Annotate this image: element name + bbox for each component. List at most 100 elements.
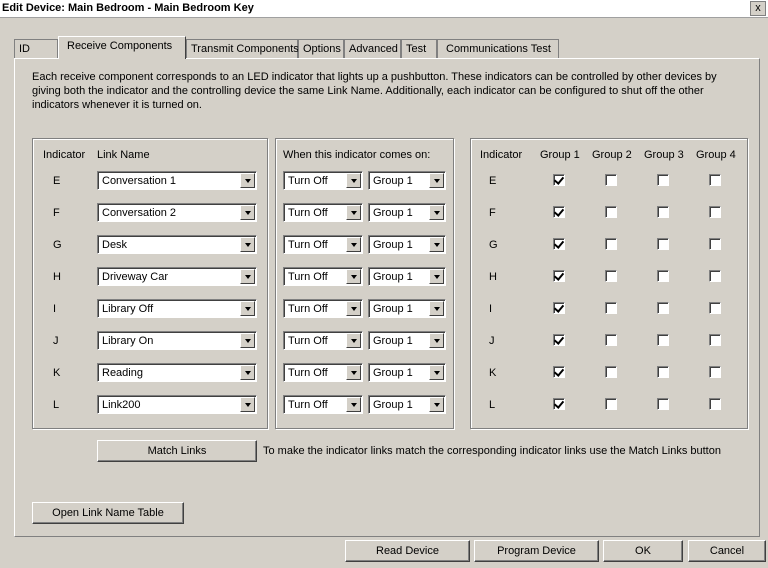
group4-checkbox[interactable] bbox=[709, 270, 721, 282]
chevron-down-icon[interactable] bbox=[346, 237, 361, 252]
link-name-value: Conversation 2 bbox=[102, 207, 176, 219]
tab-receive-components[interactable]: Receive Components bbox=[58, 36, 186, 59]
chevron-down-icon[interactable] bbox=[346, 173, 361, 188]
chevron-down-icon[interactable] bbox=[240, 301, 255, 316]
indicator-letter: E bbox=[53, 175, 61, 187]
group-combo[interactable]: Group 1 bbox=[368, 171, 446, 190]
group-combo[interactable]: Group 1 bbox=[368, 363, 446, 382]
link-name-combo[interactable]: Link200 bbox=[97, 395, 257, 414]
chevron-down-icon[interactable] bbox=[346, 205, 361, 220]
group2-checkbox[interactable] bbox=[605, 366, 617, 378]
chevron-down-icon[interactable] bbox=[240, 173, 255, 188]
group3-checkbox[interactable] bbox=[657, 174, 669, 186]
ok-button[interactable]: OK bbox=[603, 540, 683, 562]
tab-communications-test[interactable]: Communications Test bbox=[437, 39, 559, 58]
open-link-name-table-button[interactable]: Open Link Name Table bbox=[32, 502, 184, 524]
link-name-combo[interactable]: Driveway Car bbox=[97, 267, 257, 286]
action-combo[interactable]: Turn Off bbox=[283, 363, 363, 382]
group3-checkbox[interactable] bbox=[657, 398, 669, 410]
tab-test[interactable]: Test bbox=[401, 39, 437, 58]
group-value: Group 1 bbox=[373, 399, 413, 411]
chevron-down-icon[interactable] bbox=[429, 333, 444, 348]
link-name-combo[interactable]: Conversation 2 bbox=[97, 203, 257, 222]
group-combo[interactable]: Group 1 bbox=[368, 267, 446, 286]
chevron-down-icon[interactable] bbox=[346, 397, 361, 412]
chevron-down-icon[interactable] bbox=[240, 365, 255, 380]
chevron-down-icon[interactable] bbox=[429, 173, 444, 188]
group1-checkbox[interactable] bbox=[553, 270, 565, 282]
group2-checkbox[interactable] bbox=[605, 398, 617, 410]
group3-checkbox[interactable] bbox=[657, 238, 669, 250]
group1-checkbox[interactable] bbox=[553, 206, 565, 218]
group4-checkbox[interactable] bbox=[709, 302, 721, 314]
match-links-button[interactable]: Match Links bbox=[97, 440, 257, 462]
group3-checkbox[interactable] bbox=[657, 302, 669, 314]
action-combo[interactable]: Turn Off bbox=[283, 267, 363, 286]
group1-checkbox[interactable] bbox=[553, 174, 565, 186]
action-combo[interactable]: Turn Off bbox=[283, 299, 363, 318]
group4-checkbox[interactable] bbox=[709, 334, 721, 346]
group2-checkbox[interactable] bbox=[605, 206, 617, 218]
chevron-down-icon[interactable] bbox=[240, 205, 255, 220]
group-combo[interactable]: Group 1 bbox=[368, 299, 446, 318]
group-combo[interactable]: Group 1 bbox=[368, 395, 446, 414]
group-combo[interactable]: Group 1 bbox=[368, 235, 446, 254]
read-device-button[interactable]: Read Device bbox=[345, 540, 470, 562]
link-name-value: Desk bbox=[102, 239, 128, 251]
chevron-down-icon[interactable] bbox=[346, 301, 361, 316]
tab-transmit-components[interactable]: Transmit Components bbox=[186, 39, 299, 58]
group2-checkbox[interactable] bbox=[605, 174, 617, 186]
group1-checkbox[interactable] bbox=[553, 398, 565, 410]
cancel-button[interactable]: Cancel bbox=[688, 540, 766, 562]
group1-checkbox[interactable] bbox=[553, 366, 565, 378]
close-button[interactable]: x bbox=[750, 1, 766, 16]
group1-checkbox[interactable] bbox=[553, 334, 565, 346]
action-value: Turn Off bbox=[288, 271, 328, 283]
program-device-button[interactable]: Program Device bbox=[474, 540, 599, 562]
link-name-combo[interactable]: Library Off bbox=[97, 299, 257, 318]
group2-checkbox[interactable] bbox=[605, 334, 617, 346]
chevron-down-icon[interactable] bbox=[429, 237, 444, 252]
chevron-down-icon[interactable] bbox=[240, 397, 255, 412]
action-combo[interactable]: Turn Off bbox=[283, 395, 363, 414]
group3-checkbox[interactable] bbox=[657, 334, 669, 346]
link-name-combo[interactable]: Conversation 1 bbox=[97, 171, 257, 190]
group3-checkbox[interactable] bbox=[657, 366, 669, 378]
chevron-down-icon[interactable] bbox=[429, 397, 444, 412]
group3-checkbox[interactable] bbox=[657, 270, 669, 282]
group1-checkbox[interactable] bbox=[553, 238, 565, 250]
tab-options[interactable]: Options bbox=[298, 39, 344, 58]
group1-checkbox[interactable] bbox=[553, 302, 565, 314]
group4-checkbox[interactable] bbox=[709, 366, 721, 378]
chevron-down-icon[interactable] bbox=[429, 269, 444, 284]
link-name-combo[interactable]: Desk bbox=[97, 235, 257, 254]
group-combo[interactable]: Group 1 bbox=[368, 331, 446, 350]
action-combo[interactable]: Turn Off bbox=[283, 171, 363, 190]
chevron-down-icon[interactable] bbox=[240, 237, 255, 252]
link-name-combo[interactable]: Reading bbox=[97, 363, 257, 382]
chevron-down-icon[interactable] bbox=[346, 365, 361, 380]
chevron-down-icon[interactable] bbox=[240, 333, 255, 348]
group-combo[interactable]: Group 1 bbox=[368, 203, 446, 222]
group4-checkbox[interactable] bbox=[709, 238, 721, 250]
group2-checkbox[interactable] bbox=[605, 302, 617, 314]
group4-checkbox[interactable] bbox=[709, 398, 721, 410]
chevron-down-icon[interactable] bbox=[429, 205, 444, 220]
link-name-combo[interactable]: Library On bbox=[97, 331, 257, 350]
action-combo[interactable]: Turn Off bbox=[283, 203, 363, 222]
group4-checkbox[interactable] bbox=[709, 174, 721, 186]
tab-id[interactable]: ID bbox=[14, 39, 58, 58]
action-combo[interactable]: Turn Off bbox=[283, 331, 363, 350]
chevron-down-icon[interactable] bbox=[346, 269, 361, 284]
chevron-down-icon[interactable] bbox=[240, 269, 255, 284]
group3-checkbox[interactable] bbox=[657, 206, 669, 218]
indicator-letter: K bbox=[53, 367, 61, 379]
tab-advanced[interactable]: Advanced bbox=[344, 39, 401, 58]
group2-checkbox[interactable] bbox=[605, 270, 617, 282]
action-combo[interactable]: Turn Off bbox=[283, 235, 363, 254]
chevron-down-icon[interactable] bbox=[429, 301, 444, 316]
group4-checkbox[interactable] bbox=[709, 206, 721, 218]
group2-checkbox[interactable] bbox=[605, 238, 617, 250]
chevron-down-icon[interactable] bbox=[429, 365, 444, 380]
chevron-down-icon[interactable] bbox=[346, 333, 361, 348]
